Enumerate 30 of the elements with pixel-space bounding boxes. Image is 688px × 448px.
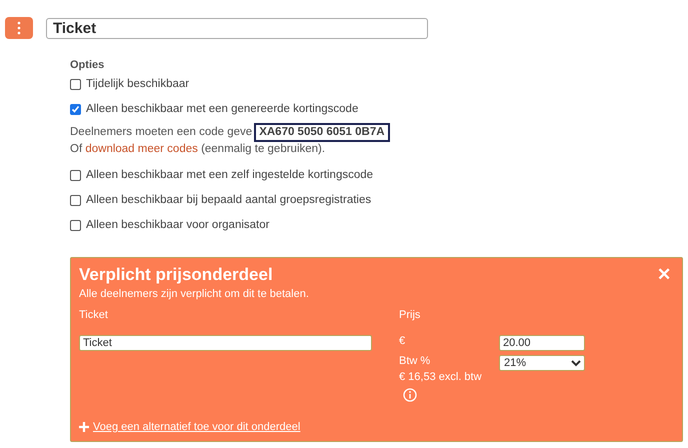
vat-label: Btw %: [399, 355, 432, 369]
info-icon[interactable]: [403, 388, 417, 402]
option-label: Alleen beschikbaar bij bepaald aantal groepsregistraties: [86, 194, 372, 206]
checkbox[interactable]: [70, 78, 81, 90]
download-link[interactable]: download meer codes: [85, 142, 198, 157]
checkbox[interactable]: [70, 220, 81, 230]
panel-subtitle: Alle deelnemers zijn verplicht om dit te betalen.: [79, 288, 310, 300]
price-field[interactable]: 20.00: [499, 335, 585, 351]
vat-select[interactable]: 21%: [499, 355, 585, 371]
note-text: Of: [70, 142, 82, 157]
option-label: Alleen beschikbaar met een genereerde kortingscode: [86, 103, 358, 115]
option-label: Alleen beschikbaar voor organisator: [86, 219, 270, 231]
title-field[interactable]: Ticket: [46, 18, 428, 38]
name-field[interactable]: Ticket: [79, 335, 372, 351]
excl-vat-text: € 16,53 excl. btw: [399, 371, 483, 383]
option-label: Tijdelijk beschikbaar: [86, 78, 190, 90]
section-heading: Opties: [70, 59, 106, 71]
currency-label: €: [399, 335, 406, 349]
panel-title: Verplicht prijsonderdeel: [79, 264, 273, 284]
drag-handle-icon[interactable]: [5, 17, 33, 39]
plus-icon: [79, 422, 89, 432]
column-label: Ticket: [79, 309, 109, 321]
checkbox[interactable]: [70, 170, 81, 180]
checkbox[interactable]: [70, 104, 81, 114]
option-label: Alleen beschikbaar met een zelf ingestelde kortingscode: [86, 169, 374, 181]
discount-code: XA670 5050 6051 0B7A: [254, 123, 390, 142]
checkbox[interactable]: [70, 194, 81, 206]
column-label: Prijs: [399, 309, 422, 321]
note-text: Deelnemers moeten een code geve: [70, 125, 252, 140]
note-text: (eenmalig te gebruiken).: [201, 142, 326, 157]
